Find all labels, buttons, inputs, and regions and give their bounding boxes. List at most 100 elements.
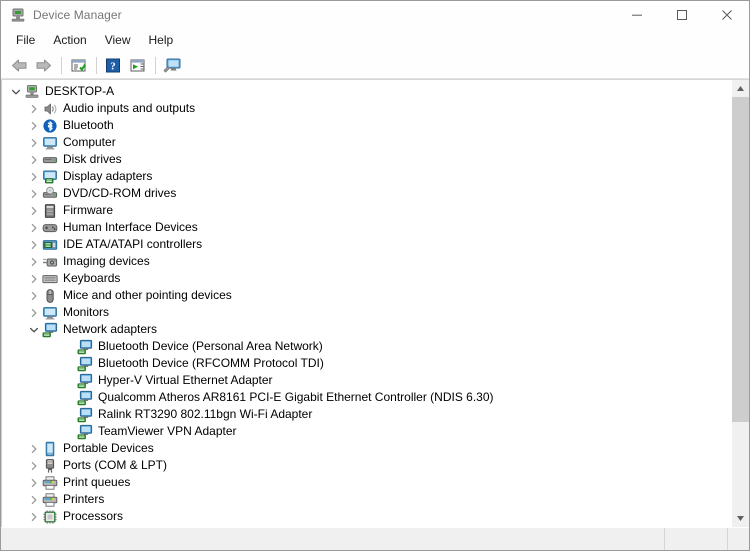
scroll-down-icon[interactable] — [732, 510, 749, 527]
chevron-right-icon[interactable] — [26, 441, 42, 457]
chevron-placeholder — [61, 424, 77, 440]
monitor-icon — [42, 135, 58, 151]
chevron-right-icon[interactable] — [26, 458, 42, 474]
computer-root-icon — [24, 84, 40, 100]
help-icon[interactable]: ? — [102, 54, 124, 76]
chevron-placeholder — [61, 407, 77, 423]
tree-item-label: Hyper-V Virtual Ethernet Adapter — [98, 373, 273, 387]
minimize-button[interactable] — [614, 1, 659, 29]
scrollbar-thumb[interactable] — [732, 97, 749, 422]
tree-item-label: Audio inputs and outputs — [63, 101, 196, 115]
chevron-right-icon[interactable] — [26, 509, 42, 525]
chevron-right-icon[interactable] — [26, 135, 42, 151]
tree-item-label: IDE ATA/ATAPI controllers — [63, 237, 203, 251]
tree-item[interactable]: Disk drives — [2, 151, 731, 168]
chevron-right-icon[interactable] — [26, 271, 42, 287]
network-adapter-icon — [77, 373, 93, 389]
tree-item-label: DESKTOP-A — [45, 84, 115, 98]
network-adapter-icon — [42, 322, 58, 338]
tree-item-label: Imaging devices — [63, 254, 150, 268]
speaker-icon — [42, 101, 58, 117]
scan-hardware-changes-icon[interactable] — [161, 54, 183, 76]
chevron-right-icon[interactable] — [26, 237, 42, 253]
device-manager-icon — [10, 7, 26, 23]
tree-item[interactable]: Ports (COM & LPT) — [2, 457, 731, 474]
tree-item[interactable]: Print queues — [2, 474, 731, 491]
back-arrow-icon[interactable] — [8, 54, 30, 76]
chevron-right-icon[interactable] — [26, 169, 42, 185]
tree-item-label: Human Interface Devices — [63, 220, 198, 234]
chevron-right-icon[interactable] — [26, 254, 42, 270]
tree-item[interactable]: Display adapters — [2, 168, 731, 185]
menu-help[interactable]: Help — [140, 30, 183, 51]
show-hidden-devices-icon[interactable] — [126, 54, 148, 76]
tree-item[interactable]: IDE ATA/ATAPI controllers — [2, 236, 731, 253]
tree-item[interactable]: Audio inputs and outputs — [2, 100, 731, 117]
network-adapter-icon — [77, 356, 93, 372]
network-adapter-icon — [77, 339, 93, 355]
tree-item-label: Printers — [63, 492, 105, 506]
menu-action[interactable]: Action — [44, 30, 95, 51]
menu-bar: File Action View Help — [1, 29, 749, 52]
chevron-right-icon[interactable] — [26, 152, 42, 168]
firmware-icon — [42, 203, 58, 219]
monitor-icon — [42, 305, 58, 321]
chevron-right-icon[interactable] — [26, 305, 42, 321]
tree-item[interactable]: Qualcomm Atheros AR8161 PCI-E Gigabit Et… — [2, 389, 731, 406]
status-segment-2 — [665, 528, 728, 550]
menu-view[interactable]: View — [96, 30, 140, 51]
chevron-right-icon[interactable] — [26, 288, 42, 304]
properties-icon[interactable] — [67, 54, 89, 76]
vertical-scrollbar[interactable] — [731, 80, 749, 527]
scrollbar-track[interactable] — [732, 97, 749, 510]
window-controls — [614, 1, 749, 29]
forward-arrow-icon[interactable] — [32, 54, 54, 76]
tree-item[interactable]: Imaging devices — [2, 253, 731, 270]
chevron-right-icon[interactable] — [26, 118, 42, 134]
close-button[interactable] — [704, 1, 749, 29]
tree-item-label: Bluetooth Device (RFCOMM Protocol TDI) — [98, 356, 324, 370]
tree-item[interactable]: Firmware — [2, 202, 731, 219]
tree-item[interactable]: DESKTOP-A — [2, 83, 731, 100]
menu-file[interactable]: File — [7, 30, 44, 51]
printer-icon — [42, 492, 58, 508]
chevron-right-icon[interactable] — [26, 475, 42, 491]
tree-item[interactable]: Hyper-V Virtual Ethernet Adapter — [2, 372, 731, 389]
tree-item[interactable]: Bluetooth Device (Personal Area Network) — [2, 338, 731, 355]
chevron-right-icon[interactable] — [26, 220, 42, 236]
tree-item[interactable]: Monitors — [2, 304, 731, 321]
tree-item[interactable]: Portable Devices — [2, 440, 731, 457]
toolbar-separator-1 — [61, 56, 62, 74]
tree-item-label: Disk drives — [63, 152, 122, 166]
tree-item[interactable]: TeamViewer VPN Adapter — [2, 423, 731, 440]
tree-item[interactable]: DVD/CD-ROM drives — [2, 185, 731, 202]
chevron-right-icon[interactable] — [26, 492, 42, 508]
chevron-right-icon[interactable] — [26, 101, 42, 117]
tree-item-label: Ralink RT3290 802.11bgn Wi-Fi Adapter — [98, 407, 313, 421]
status-segment-3 — [728, 528, 749, 550]
chevron-down-icon[interactable] — [26, 322, 42, 338]
chevron-placeholder — [61, 390, 77, 406]
tree-item[interactable]: Computer — [2, 134, 731, 151]
maximize-button[interactable] — [659, 1, 704, 29]
title-bar[interactable]: Device Manager — [1, 1, 749, 29]
tree-item[interactable]: Processors — [2, 508, 731, 525]
chevron-down-icon[interactable] — [8, 84, 24, 100]
hid-icon — [42, 220, 58, 236]
tree-item[interactable]: Printers — [2, 491, 731, 508]
tree-item[interactable]: Bluetooth Device (RFCOMM Protocol TDI) — [2, 355, 731, 372]
scroll-up-icon[interactable] — [732, 80, 749, 97]
tree-item[interactable]: Mice and other pointing devices — [2, 287, 731, 304]
tree-item[interactable]: Keyboards — [2, 270, 731, 287]
chevron-right-icon[interactable] — [26, 186, 42, 202]
tree-item[interactable]: Human Interface Devices — [2, 219, 731, 236]
device-tree[interactable]: DESKTOP-A Audio inputs and outputs Bluetoo… — [1, 80, 731, 527]
keyboard-icon — [42, 271, 58, 287]
tree-item-label: Monitors — [63, 305, 110, 319]
tree-item[interactable]: Bluetooth — [2, 117, 731, 134]
bluetooth-icon — [42, 118, 58, 134]
chevron-right-icon[interactable] — [26, 203, 42, 219]
tree-item[interactable]: Network adapters — [2, 321, 731, 338]
tree-item[interactable]: Ralink RT3290 802.11bgn Wi-Fi Adapter — [2, 406, 731, 423]
status-bar — [1, 527, 749, 550]
